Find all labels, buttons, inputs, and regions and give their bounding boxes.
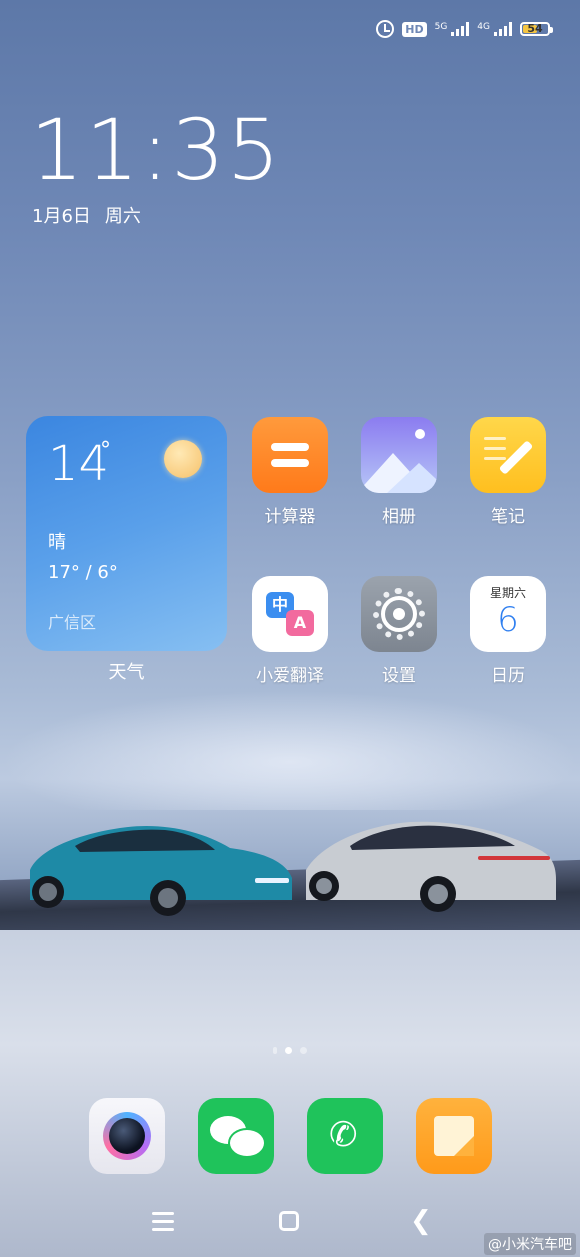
watermark: @小米汽车吧	[484, 1233, 576, 1255]
page-dot	[300, 1047, 307, 1054]
back-chevron-icon[interactable]: ❮	[410, 1208, 432, 1234]
clock-time[interactable]: 11:35	[30, 108, 282, 192]
app-label: 计算器	[264, 507, 316, 527]
hd-voice-badge: HD	[402, 21, 427, 37]
calculator-icon	[252, 417, 328, 493]
alarm-icon	[376, 20, 395, 38]
degree-symbol: °	[100, 438, 111, 463]
camera-icon[interactable]	[89, 1098, 165, 1174]
weather-range: 17° / 6°	[48, 562, 118, 583]
weather-condition: 晴	[48, 532, 66, 553]
silver-car	[306, 821, 556, 912]
app-notes[interactable]: 笔记	[463, 417, 553, 527]
calendar-day: 6	[497, 600, 519, 640]
weather-widget[interactable]: 14 ° 晴 17° / 6° 广信区	[26, 416, 227, 651]
calendar-icon: 星期六 6	[470, 576, 546, 652]
gallery-icon	[361, 417, 437, 493]
gear-icon	[361, 576, 437, 652]
home-screen: HD 5G 4G 54 11:35 1月6日 周六 14 ° 晴 17° / 6…	[0, 0, 580, 1257]
page-indicator[interactable]	[0, 1047, 580, 1054]
wallpaper-mist	[0, 690, 580, 810]
notes-icon	[470, 417, 546, 493]
translate-en-glyph: A	[286, 610, 314, 636]
blue-car	[30, 826, 292, 916]
app-gallery[interactable]: 相册	[354, 417, 444, 527]
recents-menu-icon[interactable]	[152, 1212, 174, 1236]
page-dot-active	[285, 1047, 292, 1054]
signal-5g-icon: 5G	[435, 22, 470, 36]
page-dot	[273, 1047, 277, 1054]
battery-icon: 54	[520, 22, 553, 36]
sun-icon	[164, 440, 202, 478]
weather-widget-label: 天气	[108, 662, 145, 683]
app-label: 设置	[382, 666, 416, 686]
app-label: 日历	[491, 666, 525, 686]
date-text: 1月6日	[32, 206, 91, 227]
weekday-text: 周六	[104, 206, 141, 227]
phone-icon[interactable]: ✆	[307, 1098, 383, 1174]
app-calculator[interactable]: 计算器	[245, 417, 335, 527]
app-xiaoai-translate[interactable]: 中 A 小爱翻译	[245, 576, 335, 686]
signal-4g-icon: 4G	[477, 22, 512, 36]
app-label: 小爱翻译	[256, 666, 324, 686]
translate-icon: 中 A	[252, 576, 328, 652]
calendar-weekday: 星期六	[489, 586, 526, 600]
app-label: 相册	[382, 507, 416, 527]
home-button-icon[interactable]	[279, 1211, 299, 1231]
app-settings[interactable]: 设置	[354, 576, 444, 686]
app-calendar[interactable]: 星期六 6 日历	[463, 576, 553, 686]
wechat-icon[interactable]	[198, 1098, 274, 1174]
clock-date[interactable]: 1月6日 周六	[32, 202, 141, 228]
network-5g-label: 5G	[434, 22, 448, 32]
app-label: 笔记	[491, 507, 525, 527]
battery-level: 54	[527, 22, 543, 35]
status-bar: HD 5G 4G 54	[376, 20, 553, 38]
network-4g-label: 4G	[477, 22, 490, 32]
wallpaper-cars	[30, 821, 556, 916]
messages-icon[interactable]	[416, 1098, 492, 1174]
weather-location: 广信区	[48, 613, 97, 632]
